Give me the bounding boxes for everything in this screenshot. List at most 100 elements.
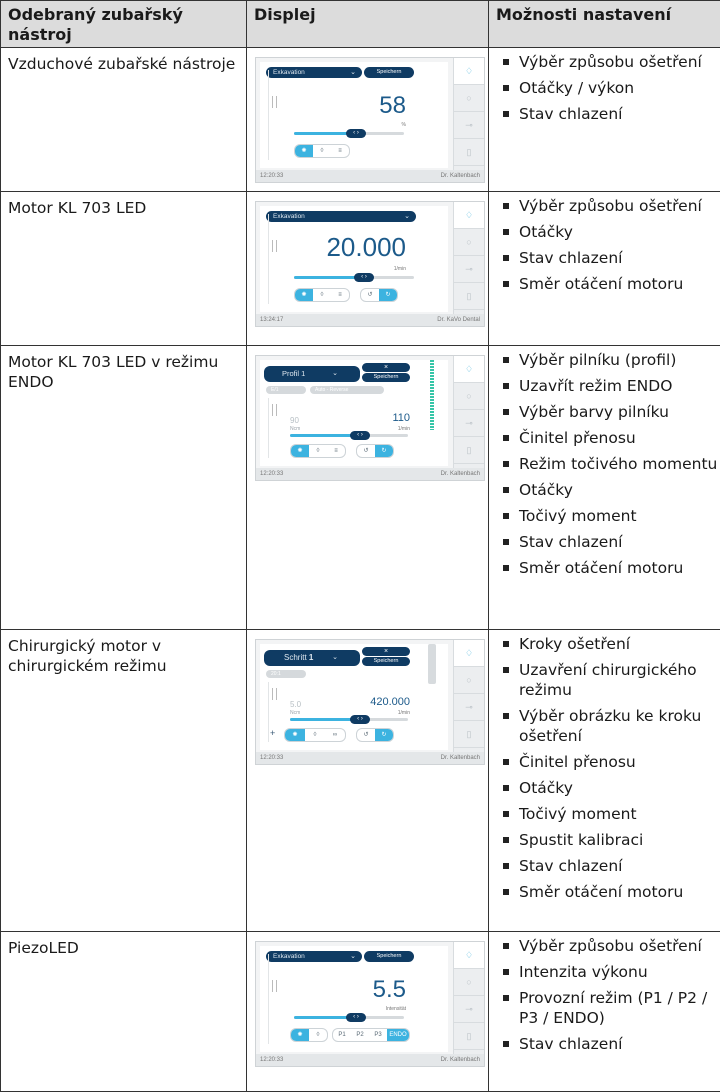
- direction-buttons: ↺↻: [356, 444, 394, 458]
- profile-select-label: Profil 1: [282, 369, 305, 378]
- tooth-icon: ♢: [454, 356, 484, 383]
- options-list: Výběr způsobu ošetření Otáčky / výkon St…: [493, 52, 718, 124]
- cooling-buttons: ✺◊≡: [294, 144, 350, 158]
- torque-value: 5.0: [290, 700, 301, 709]
- timer-icon: ○: [454, 383, 484, 410]
- cooling-buttons: ✺◊≡: [294, 288, 350, 302]
- close-button: ×: [362, 363, 410, 372]
- speed-unit: %: [402, 122, 406, 128]
- display-cell: Exkavation⌄ Speichern 5.5 Intensität ‹ ›…: [247, 932, 489, 1092]
- step-number: 1: [309, 653, 313, 662]
- list-item: Intenzita výkonu: [493, 962, 718, 982]
- water-drop-icon: ◊: [313, 145, 331, 157]
- divider: [268, 70, 269, 160]
- tool-name: Vzduchové zubařské nástroje: [1, 48, 247, 192]
- profile-select: Profil 1⌄: [264, 366, 360, 382]
- user-name: Dr. Kaltenbach: [441, 468, 480, 480]
- speed-value: 110: [392, 412, 410, 424]
- slider-handle-icon: [272, 240, 277, 252]
- rotate-left-icon: ↺: [357, 445, 375, 457]
- step-select: Schritt 1⌄: [264, 650, 360, 666]
- header-display: Displej: [247, 1, 489, 48]
- save-button: Speichern: [362, 373, 410, 382]
- options-cell: Výběr pilníku (profil) Uzavřít režim END…: [489, 346, 720, 630]
- user-name: Dr. Kaltenbach: [441, 752, 480, 764]
- list-item: Směr otáčení motoru: [493, 882, 718, 902]
- divider: [268, 398, 269, 458]
- list-item: Výběr způsobu ošetření: [493, 196, 718, 216]
- list-item: Kroky ošetření: [493, 634, 718, 654]
- options-list: Výběr pilníku (profil) Uzavřít režim END…: [493, 350, 718, 578]
- list-item: Točivý moment: [493, 506, 718, 526]
- torque-unit: Ncm: [290, 426, 300, 432]
- list-item: Výběr obrázku ke kroku ošetření: [493, 706, 718, 746]
- speed-bar-fill: [290, 434, 358, 437]
- chevron-down-icon: ⌄: [350, 67, 356, 78]
- air-icon: ≡: [327, 445, 345, 457]
- rotate-left-icon: ↺: [357, 729, 375, 741]
- tool-name: Motor KL 703 LED: [1, 192, 247, 346]
- list-item: Stav chlazení: [493, 104, 718, 124]
- table-row: PiezoLED Exkavation⌄ Speichern 5.5 Inten…: [1, 932, 720, 1092]
- key-icon: ⊸: [454, 112, 484, 139]
- air-icon: ≡: [331, 145, 349, 157]
- list-item: Uzavřít režim ENDO: [493, 376, 718, 396]
- list-item: Směr otáčení motoru: [493, 274, 718, 294]
- treatment-select-label: Exkavation: [273, 953, 305, 960]
- chevron-down-icon: ⌄: [350, 951, 356, 962]
- spray-icon: ✺: [295, 289, 313, 301]
- options-list: Výběr způsobu ošetření Otáčky Stav chlaz…: [493, 196, 718, 294]
- options-cell: Výběr způsobu ošetření Otáčky Stav chlaz…: [489, 192, 720, 346]
- instrument-icon: ▯: [454, 1023, 484, 1050]
- list-item: Stav chlazení: [493, 532, 718, 552]
- list-item: Výběr pilníku (profil): [493, 350, 718, 370]
- tooth-icon: ♢: [454, 202, 484, 229]
- screen-panel: Schritt 1⌄ × Speichern 20:1 5.0 Ncm 420.…: [260, 644, 448, 750]
- ratio-select: E/1: [266, 386, 306, 394]
- instrument-icon: ▯: [454, 139, 484, 166]
- surgical-drill-image: [428, 644, 436, 684]
- list-item: Výběr způsobu ošetření: [493, 936, 718, 956]
- timer-icon: ○: [454, 229, 484, 256]
- side-rail: ♢○⊸▯⚙: [453, 640, 484, 752]
- mode-buttons: P1P2P3ENDO: [332, 1028, 410, 1042]
- mode-p2: P2: [351, 1029, 369, 1041]
- air-icon: ≡: [331, 289, 349, 301]
- divider: [268, 214, 269, 304]
- list-item: Otáčky: [493, 222, 718, 242]
- table-row: Chirurgický motor v chirurgickém režimu …: [1, 630, 720, 932]
- list-item: Točivý moment: [493, 804, 718, 824]
- display-screenshot: Profil 1⌄ × Speichern E/1 Auto - Reverse…: [255, 355, 485, 481]
- display-screenshot: Exkavation⌄ Speichern 58 % ‹ › ✺◊≡ ♢○⊸▯: [255, 57, 485, 183]
- ratio-select: 20:1: [266, 670, 306, 678]
- key-icon: ⊸: [454, 694, 484, 721]
- display-screenshot: Schritt 1⌄ × Speichern 20:1 5.0 Ncm 420.…: [255, 639, 485, 765]
- mode-p3: P3: [369, 1029, 387, 1041]
- screen-panel: Profil 1⌄ × Speichern E/1 Auto - Reverse…: [260, 360, 448, 466]
- list-item: Stav chlazení: [493, 248, 718, 268]
- table-row: Motor KL 703 LED Exkavation⌄ 20.000 1/mi…: [1, 192, 720, 346]
- table-row: Motor KL 703 LED v režimu ENDO Profil 1⌄…: [1, 346, 720, 630]
- display-cell: Schritt 1⌄ × Speichern 20:1 5.0 Ncm 420.…: [247, 630, 489, 932]
- air-icon: ∞: [325, 729, 345, 741]
- spray-icon: ✺: [295, 145, 313, 157]
- tooth-icon: ♢: [454, 58, 484, 85]
- list-item: Otáčky: [493, 480, 718, 500]
- slider-handle-icon: [272, 688, 277, 700]
- options-list: Výběr způsobu ošetření Intenzita výkonu …: [493, 936, 718, 1054]
- instrument-icon: ▯: [454, 437, 484, 464]
- list-item: Směr otáčení motoru: [493, 558, 718, 578]
- list-item: Stav chlazení: [493, 1034, 718, 1054]
- save-button: Speichern: [364, 951, 414, 962]
- intensity-unit: Intensität: [386, 1006, 406, 1012]
- speed-unit: 1/min: [398, 426, 410, 432]
- list-item: Spustit kalibraci: [493, 830, 718, 850]
- spray-icon: ✺: [285, 729, 305, 741]
- side-rail: ♢○⊸▯⚙: [453, 202, 484, 314]
- intensity-value: 5.5: [373, 976, 406, 1004]
- slider-handle-icon: [272, 980, 277, 992]
- table-row: Vzduchové zubařské nástroje Exkavation⌄ …: [1, 48, 720, 192]
- user-name: Dr. Kaltenbach: [441, 1054, 480, 1066]
- tool-name: Motor KL 703 LED v režimu ENDO: [1, 346, 247, 630]
- speed-knob: ‹ ›: [350, 715, 370, 724]
